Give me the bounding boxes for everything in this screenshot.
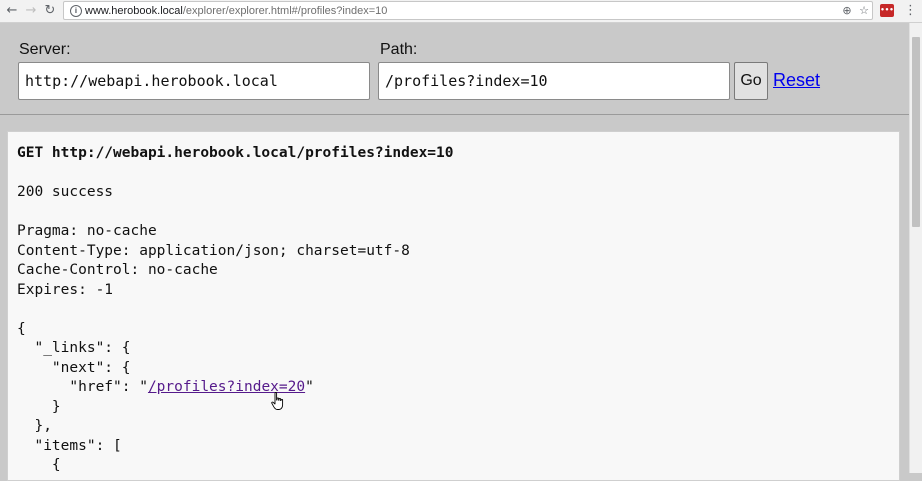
header-content-type: Content-Type: application/json; charset=… bbox=[17, 242, 410, 259]
reload-icon[interactable]: ↻ bbox=[41, 2, 59, 20]
forward-arrow-icon[interactable]: → bbox=[22, 2, 40, 20]
header-cache-control: Cache-Control: no-cache bbox=[17, 262, 218, 278]
json-href-quote: " bbox=[305, 379, 314, 395]
address-bar[interactable]: i www.herobook.local/explorer/explorer.h… bbox=[63, 1, 873, 20]
scrollbar-thumb[interactable] bbox=[912, 37, 920, 227]
json-line: "next": { bbox=[17, 359, 131, 376]
request-line: GET http://webapi.herobook.local/profile… bbox=[17, 145, 454, 161]
server-input[interactable] bbox=[18, 62, 370, 100]
bookmark-star-icon[interactable]: ☆ bbox=[857, 3, 871, 18]
go-button[interactable]: Go bbox=[734, 62, 768, 100]
header-divider bbox=[0, 114, 909, 115]
json-line: }, bbox=[17, 418, 52, 434]
json-href-line: "href": "/profiles?index=20" bbox=[17, 378, 314, 398]
header-expires: Expires: -1 bbox=[17, 281, 114, 298]
url-path: /explorer/explorer.html#/profiles?index=… bbox=[182, 5, 388, 17]
status-line: 200 success bbox=[17, 184, 114, 200]
header-pragma: Pragma: no-cache bbox=[17, 223, 157, 239]
json-line: } bbox=[17, 398, 61, 415]
address-url[interactable]: www.herobook.local/explorer/explorer.htm… bbox=[85, 4, 387, 18]
response-panel bbox=[7, 131, 900, 481]
menu-kebab-icon[interactable]: ⋮ bbox=[904, 2, 917, 20]
json-line: "items": [ bbox=[17, 437, 122, 454]
page-scrollbar[interactable] bbox=[909, 23, 922, 473]
info-icon[interactable]: i bbox=[70, 5, 82, 17]
server-label: Server: bbox=[19, 41, 71, 58]
reset-link[interactable]: Reset bbox=[773, 70, 820, 90]
json-line: { bbox=[17, 320, 26, 337]
path-label: Path: bbox=[380, 41, 418, 58]
json-href-key: "href": " bbox=[17, 379, 148, 395]
hand-cursor-icon bbox=[271, 392, 284, 410]
extension-icon[interactable]: ••• bbox=[880, 4, 894, 17]
back-arrow-icon[interactable]: ← bbox=[3, 2, 21, 20]
browser-toolbar: ← → ↻ i www.herobook.local/explorer/expl… bbox=[0, 0, 922, 23]
url-host: www.herobook.local bbox=[85, 5, 183, 17]
zoom-icon[interactable]: ⊕ bbox=[840, 3, 854, 18]
path-input[interactable] bbox=[378, 62, 730, 100]
json-line: "_links": { bbox=[17, 340, 131, 356]
